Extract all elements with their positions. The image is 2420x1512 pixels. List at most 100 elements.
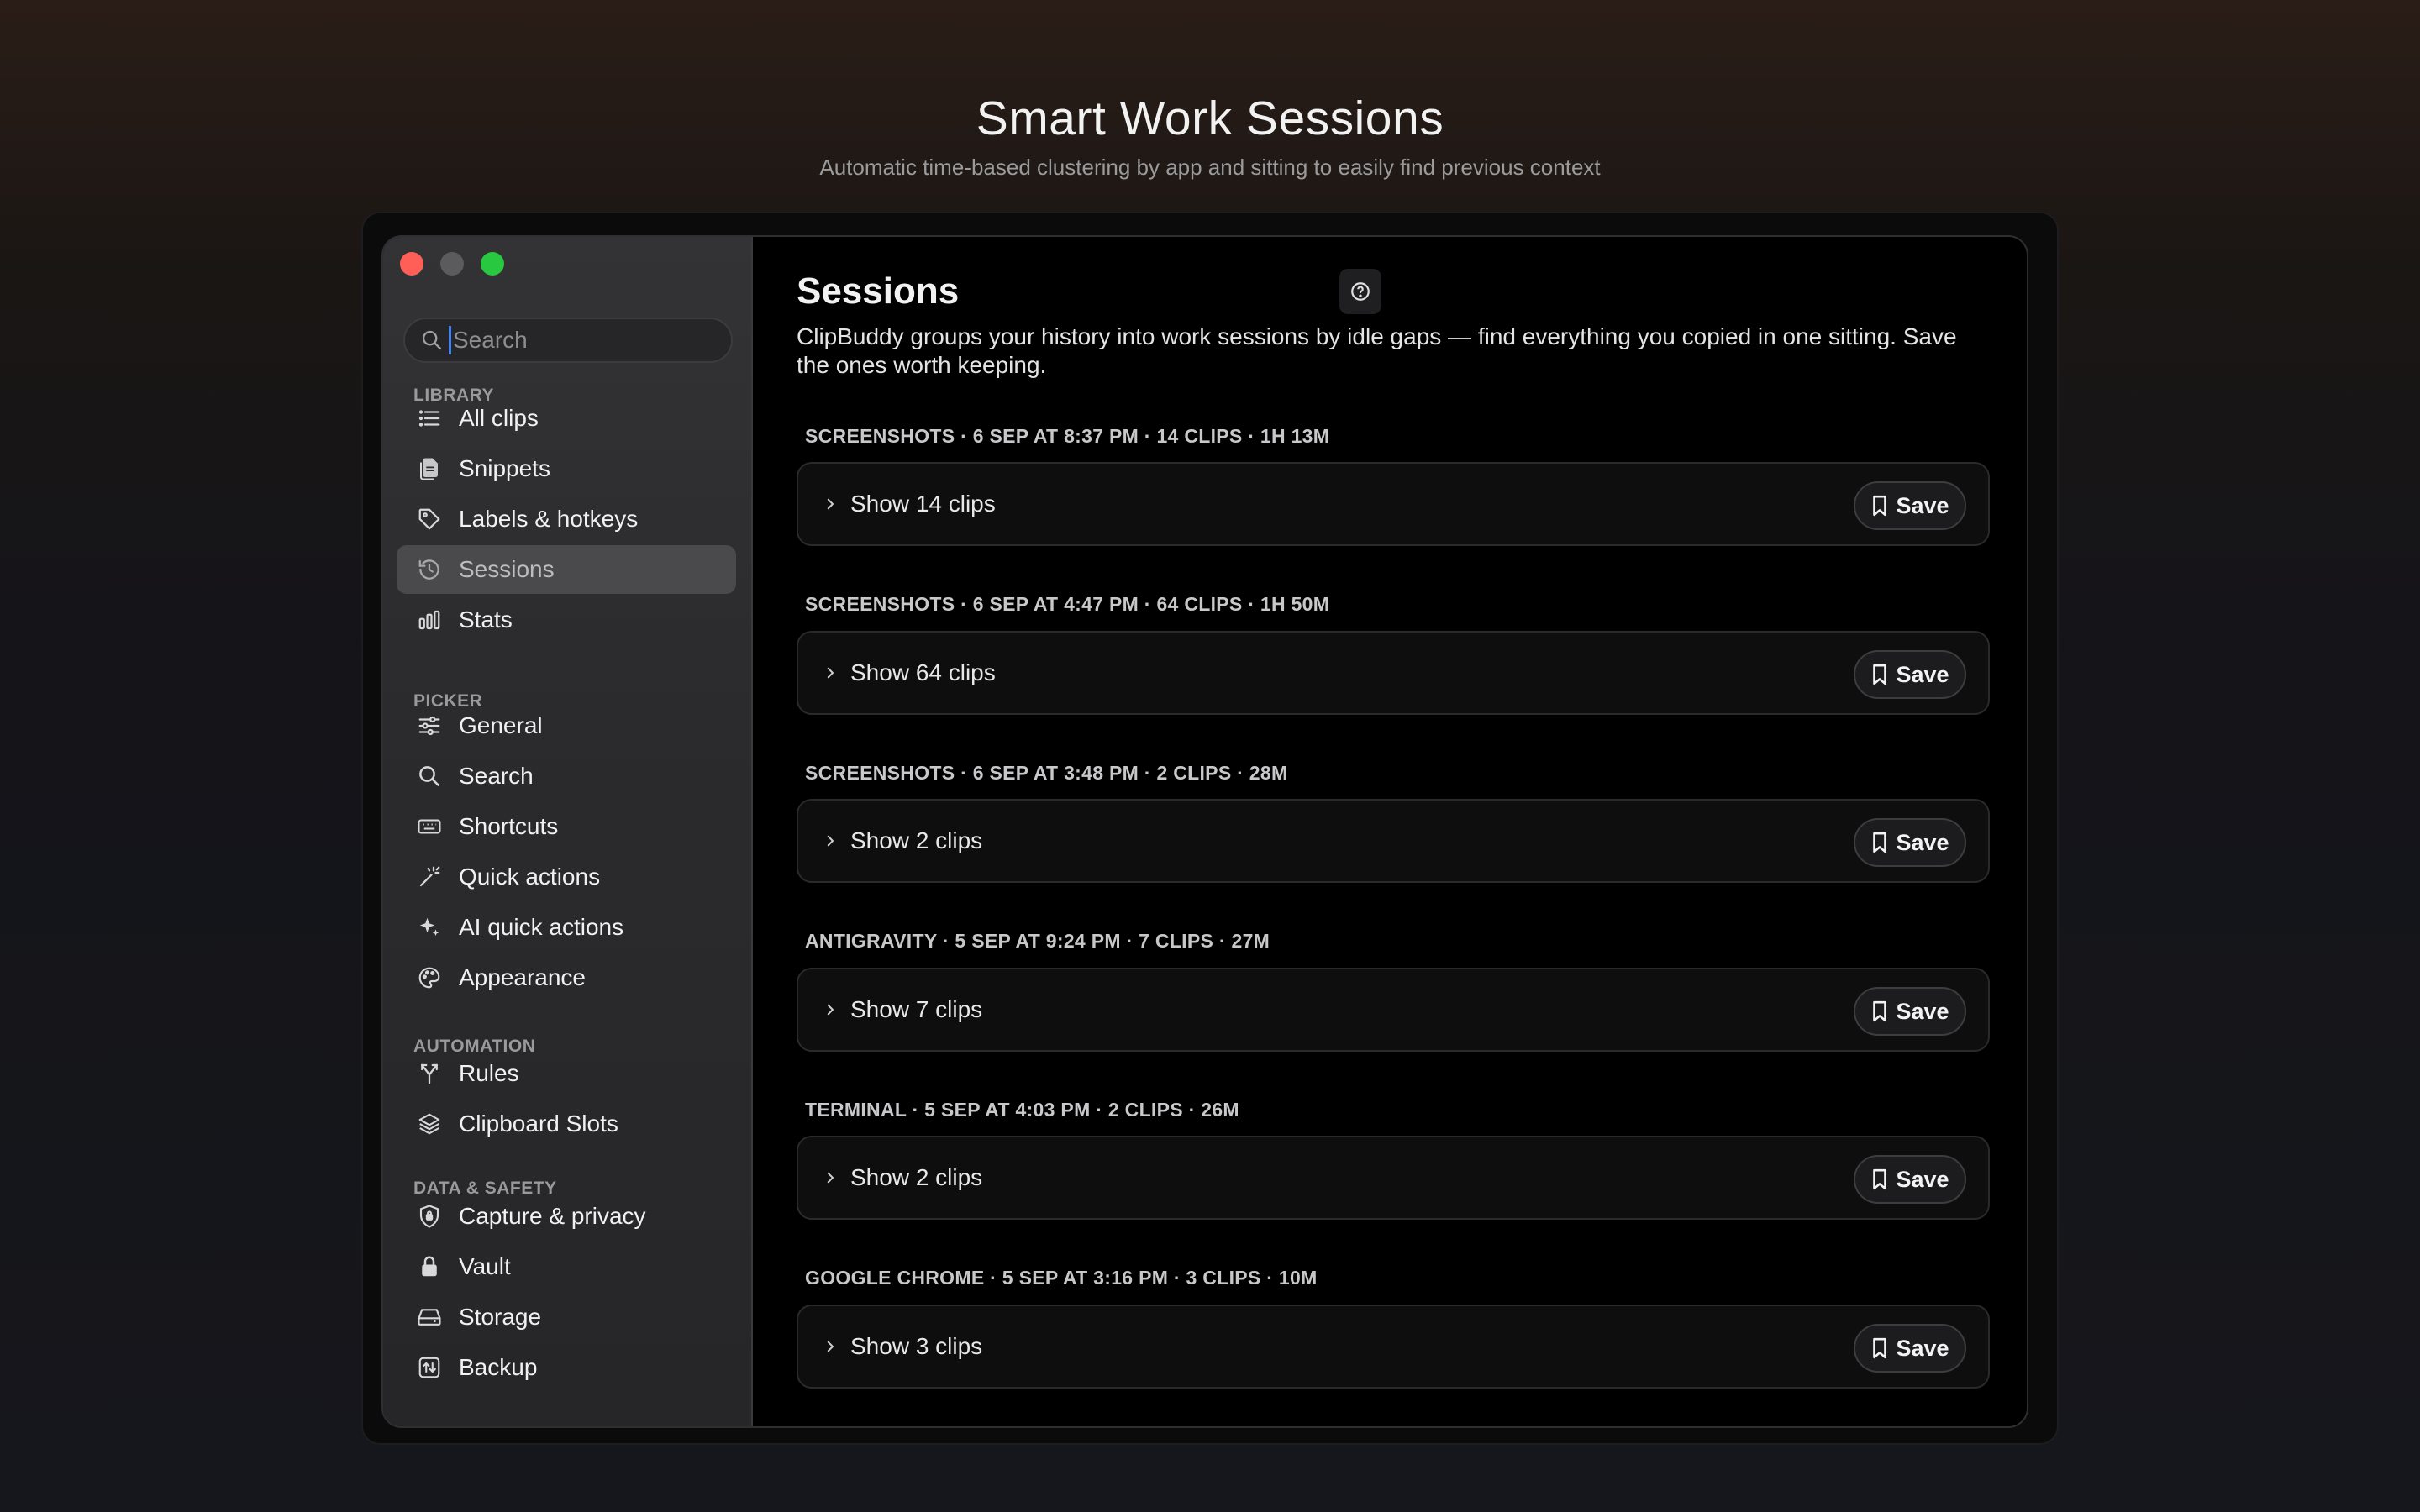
save-session-button[interactable]: Save: [1854, 481, 1966, 530]
bar-chart-icon: [415, 606, 444, 634]
branch-icon: [415, 1059, 444, 1088]
sidebar-item-stats[interactable]: Stats: [397, 596, 736, 644]
sidebar-item-label: Rules: [459, 1060, 519, 1086]
app-window: LIBRARYAll clipsSnippetsLabels & hotkeys…: [381, 235, 2028, 1428]
session-card: Show 64 clips Save: [797, 631, 1990, 715]
save-button-label: Save: [1896, 998, 1949, 1024]
session-header: TERMINAL · 5 SEP AT 4:03 PM · 2 CLIPS · …: [805, 1099, 1239, 1121]
session-header: SCREENSHOTS · 6 SEP AT 8:37 PM · 14 CLIP…: [805, 425, 1330, 447]
save-button-label: Save: [1896, 1166, 1949, 1192]
sidebar-item-clipboard-slots[interactable]: Clipboard Slots: [397, 1100, 736, 1148]
session-card: Show 7 clips Save: [797, 968, 1990, 1052]
chevron-right-icon[interactable]: [820, 1168, 840, 1188]
save-button-label: Save: [1896, 492, 1949, 518]
sidebar-item-label: Appearance: [459, 964, 587, 990]
sidebar-item-label: Stats: [459, 606, 513, 633]
backup-icon: [415, 1353, 444, 1382]
chevron-right-icon[interactable]: [820, 831, 840, 851]
sidebar-item-general[interactable]: General: [397, 701, 736, 750]
sidebar-item-shortcuts[interactable]: Shortcuts: [397, 802, 736, 851]
magic-wand-icon: [415, 863, 444, 891]
zoom-window-button[interactable]: [481, 252, 504, 276]
bookmark-icon: [1873, 664, 1887, 685]
sliders-icon: [415, 711, 444, 740]
sidebar-item-label: Snippets: [459, 455, 550, 481]
sidebar-item-label: Capture & privacy: [459, 1203, 646, 1229]
chevron-right-icon[interactable]: [820, 1336, 840, 1357]
show-clips-toggle[interactable]: Show 2 clips: [850, 827, 982, 854]
minimize-window-button[interactable]: [440, 252, 464, 276]
documents-icon: [415, 454, 444, 483]
drive-icon: [415, 1303, 444, 1331]
save-session-button[interactable]: Save: [1854, 987, 1966, 1036]
save-button-label: Save: [1896, 829, 1949, 855]
bookmark-icon: [1873, 1000, 1887, 1022]
sidebar-search[interactable]: [403, 318, 733, 363]
sidebar-item-label: Vault: [459, 1253, 511, 1279]
show-clips-toggle[interactable]: Show 64 clips: [850, 659, 996, 686]
sidebar-item-label: General: [459, 712, 543, 738]
close-window-button[interactable]: [400, 252, 424, 276]
sidebar-item-all-clips[interactable]: All clips: [397, 394, 736, 443]
sidebar-item-quick-actions[interactable]: Quick actions: [397, 853, 736, 901]
save-button-label: Save: [1896, 1335, 1949, 1361]
sidebar-item-label: AI quick actions: [459, 914, 624, 940]
bookmark-icon: [1873, 1337, 1887, 1359]
sidebar-item-label: Shortcuts: [459, 813, 559, 839]
sidebar-item-ai-quick-actions[interactable]: AI quick actions: [397, 903, 736, 952]
hero-subtitle: Automatic time-based clustering by app a…: [819, 155, 1601, 180]
sidebar: LIBRARYAll clipsSnippetsLabels & hotkeys…: [383, 237, 753, 1426]
page-title: Sessions: [797, 270, 960, 312]
search-icon: [422, 330, 442, 350]
session-header: SCREENSHOTS · 6 SEP AT 4:47 PM · 64 CLIP…: [805, 593, 1330, 615]
chevron-right-icon[interactable]: [820, 494, 840, 514]
sidebar-item-backup[interactable]: Backup: [397, 1343, 736, 1392]
show-clips-toggle[interactable]: Show 2 clips: [850, 1164, 982, 1191]
save-session-button[interactable]: Save: [1854, 1324, 1966, 1373]
sidebar-item-label: Storage: [459, 1304, 542, 1330]
layers-icon: [415, 1110, 444, 1138]
bookmark-icon: [1873, 1168, 1887, 1190]
sidebar-item-search[interactable]: Search: [397, 752, 736, 801]
save-session-button[interactable]: Save: [1854, 818, 1966, 867]
sidebar-item-labels-hotkeys[interactable]: Labels & hotkeys: [397, 495, 736, 543]
lock-icon: [415, 1252, 444, 1281]
help-button[interactable]: [1339, 269, 1381, 314]
session-card: Show 14 clips Save: [797, 462, 1990, 546]
main-content: Sessions ClipBuddy groups your history i…: [755, 237, 2027, 1426]
page-description: ClipBuddy groups your history into work …: [797, 323, 1957, 378]
sidebar-item-sessions[interactable]: Sessions: [397, 545, 736, 594]
bookmark-icon: [1873, 495, 1887, 517]
search-input[interactable]: [449, 326, 718, 354]
sidebar-item-snippets[interactable]: Snippets: [397, 444, 736, 493]
sparkles-icon: [415, 913, 444, 942]
session-card: Show 2 clips Save: [797, 1136, 1990, 1220]
sidebar-item-vault[interactable]: Vault: [397, 1242, 736, 1291]
bookmark-icon: [1873, 832, 1887, 853]
search-icon: [415, 762, 444, 790]
sidebar-item-label: Labels & hotkeys: [459, 506, 639, 532]
keyboard-icon: [415, 812, 444, 841]
shield-icon: [415, 1202, 444, 1231]
save-button-label: Save: [1896, 661, 1949, 687]
session-header: ANTIGRAVITY · 5 SEP AT 9:24 PM · 7 CLIPS…: [805, 930, 1270, 952]
sidebar-item-label: All clips: [459, 405, 539, 431]
history-icon: [415, 555, 444, 584]
session-header: GOOGLE CHROME · 5 SEP AT 3:16 PM · 3 CLI…: [805, 1267, 1318, 1289]
palette-icon: [415, 963, 444, 992]
chevron-right-icon[interactable]: [820, 1000, 840, 1020]
show-clips-toggle[interactable]: Show 14 clips: [850, 491, 996, 517]
session-header: SCREENSHOTS · 6 SEP AT 3:48 PM · 2 CLIPS…: [805, 762, 1288, 784]
save-session-button[interactable]: Save: [1854, 650, 1966, 699]
show-clips-toggle[interactable]: Show 7 clips: [850, 996, 982, 1023]
sidebar-item-rules[interactable]: Rules: [397, 1049, 736, 1098]
question-icon: [1351, 282, 1370, 301]
sidebar-item-appearance[interactable]: Appearance: [397, 953, 736, 1002]
chevron-right-icon[interactable]: [820, 663, 840, 683]
list-icon: [415, 404, 444, 433]
sidebar-item-capture-privacy[interactable]: Capture & privacy: [397, 1192, 736, 1241]
sidebar-item-storage[interactable]: Storage: [397, 1293, 736, 1341]
show-clips-toggle[interactable]: Show 3 clips: [850, 1333, 982, 1360]
save-session-button[interactable]: Save: [1854, 1155, 1966, 1204]
session-card: Show 3 clips Save: [797, 1305, 1990, 1389]
